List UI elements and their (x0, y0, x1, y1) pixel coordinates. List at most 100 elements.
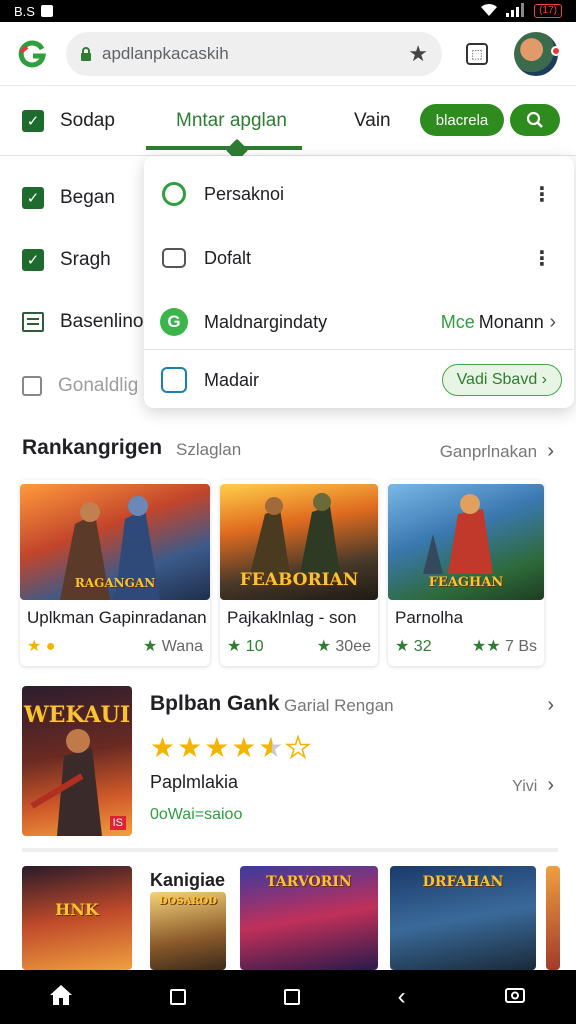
side-item-sragh[interactable]: ✓ Sragh (22, 240, 111, 280)
bookmark-star-icon[interactable]: ★ (408, 41, 428, 67)
notification-icon (40, 5, 53, 17)
cover-title-art: TARVORIN (266, 874, 352, 890)
search-icon (526, 111, 543, 128)
g-logo-icon: G (160, 308, 188, 336)
avatar[interactable] (514, 31, 561, 76)
key-icon (160, 366, 188, 394)
section-subtitle: Szlaglan (176, 440, 242, 459)
chevron-right-icon: › (541, 774, 554, 796)
game-thumb[interactable] (546, 866, 560, 970)
see-more-label: Ganprlnakan (439, 442, 538, 461)
cover-title-art: HNK (55, 900, 99, 919)
side-item-label: Sragh (60, 249, 111, 270)
star-icon: ★★ (471, 638, 501, 655)
side-item-began[interactable]: ✓ Began (22, 178, 115, 218)
featured-cover-image[interactable]: WEKAUI IS (22, 686, 132, 836)
more-options-icon[interactable]: ⋮ (532, 246, 552, 271)
empty-star-icon: ★ (285, 731, 313, 764)
cover-title-art: RAGANGAN (74, 576, 156, 590)
search-icon (160, 180, 188, 208)
app-logo-icon[interactable] (12, 34, 52, 74)
active-tab-indicator (146, 146, 302, 150)
section-divider (22, 848, 558, 852)
rating-stars: ★★★★★★ (150, 731, 313, 764)
game-card[interactable]: RAGANGAN Uplkman Gapinradanan ★ ● ★ Wana (20, 480, 210, 666)
chevron-right-icon: › (541, 440, 554, 462)
menu-item-label: Madair (204, 369, 260, 390)
menu-item-dofalt[interactable]: Dofalt ⋮ (144, 236, 574, 280)
cover-title-art: FEABORIAN (239, 570, 359, 590)
back-icon[interactable]: ‹ (398, 983, 406, 1011)
side-item-label: Basenlino (60, 311, 144, 332)
tabs-count-icon: ⬚ (471, 46, 483, 61)
featured-name: Paplmlakia (150, 772, 239, 792)
menu-item-label: Dofalt (204, 247, 252, 268)
side-item-gonaldlig[interactable]: Gonaldlig (22, 366, 138, 406)
game-cover-image: FEABORIAN (220, 484, 378, 600)
search-button[interactable] (510, 104, 560, 136)
home-icon[interactable] (49, 984, 73, 1011)
card-title: Uplkman Gapinradanan (27, 608, 207, 627)
game-card[interactable]: FEABORIAN Pajkaklnlag - son ★ 10 ★ 30ee (220, 480, 378, 666)
bag-icon (160, 244, 188, 272)
menu-item-persaknoi[interactable]: Persaknoi ⋮ (144, 172, 574, 216)
url-text[interactable]: apdlanpkacaskih (102, 44, 408, 64)
game-thumb[interactable]: DOSAROD (150, 892, 226, 970)
star-icon: ★ (27, 638, 42, 655)
featured-subtitle: Garial Rengan (284, 696, 394, 715)
menu-item-maldnargindaty[interactable]: G Maldnargindaty Mce Monann › (144, 300, 574, 344)
cover-title-art: DOSAROD (158, 896, 218, 907)
card-meta: ★ ● ★ Wana (27, 636, 203, 656)
menu-item-right[interactable]: Mce Monann › (441, 311, 556, 334)
meta-right-text: 7 Bs (504, 638, 537, 655)
bottom-section-label: Kanigiae (150, 870, 226, 890)
tab-sodap[interactable]: ✓ Sodap (22, 86, 115, 156)
menu-right-accent: Mce (440, 311, 475, 332)
signal-icon (506, 2, 526, 20)
cover-title-art: FEAGHAN (428, 575, 504, 590)
game-card[interactable]: FEAGHAN Parnolha ★ 32 ★★ 7 Bs (388, 480, 544, 666)
url-bar[interactable]: apdlanpkacaskih ★ (66, 31, 442, 76)
section-see-more-link[interactable]: Ganprlnakan › (440, 440, 554, 463)
side-item-basenlino[interactable]: Basenlino (22, 302, 143, 342)
star-icon: ★ (316, 638, 331, 655)
lock-icon (80, 46, 92, 61)
list-icon (22, 312, 44, 332)
rotate-icon[interactable] (503, 985, 527, 1010)
tab-vain[interactable]: Vain (354, 86, 391, 156)
more-options-icon[interactable]: ⋮ (532, 182, 552, 207)
card-meta-right: ★ 30ee (317, 636, 371, 656)
tabs-button[interactable]: ⬚ (466, 42, 488, 65)
dropdown-menu: Persaknoi ⋮ Dofalt ⋮ G Maldnargindaty Mc… (144, 156, 574, 408)
chevron-right-icon[interactable]: › (547, 694, 554, 717)
overview-icon[interactable] (283, 989, 300, 1005)
card-meta: ★ 10 ★ 30ee (227, 636, 371, 656)
game-thumb[interactable]: TARVORIN (240, 866, 378, 970)
menu-item-label: Persaknoi (204, 183, 285, 204)
game-thumb[interactable]: HNK (22, 866, 132, 970)
featured-right-text: Yivi (512, 778, 538, 795)
tab-label: Vain (354, 110, 391, 131)
system-nav-bar: ‹ (0, 970, 576, 1024)
lock-icon (22, 376, 42, 396)
featured-price: 0oWai=saioo (150, 806, 243, 823)
menu-pill-button[interactable]: Vadi Sbavd › (441, 364, 562, 396)
game-cover-image: FEAGHAN (388, 484, 544, 600)
featured-more-link[interactable]: Yivi › (512, 774, 554, 797)
game-cover-image: RAGANGAN (20, 484, 210, 600)
filter-pill-button[interactable]: blacrela (420, 104, 504, 136)
chevron-right-icon: › (537, 371, 547, 388)
battery-icon: (17) (534, 4, 562, 18)
recents-icon[interactable] (170, 989, 187, 1005)
featured-title[interactable]: Bplban Gank (150, 692, 280, 716)
cover-badge: IS (109, 816, 126, 830)
rating: ★ 32 (395, 638, 432, 655)
rating: ★ 10 (227, 638, 264, 655)
side-item-label: Began (60, 187, 115, 208)
game-thumb[interactable]: DRFAHAN (390, 866, 536, 970)
browser-toolbar: apdlanpkacaskih ★ ⬚ (0, 22, 576, 86)
cover-title-art: DRFAHAN (422, 874, 504, 890)
menu-item-madair[interactable]: Madair Vadi Sbavd › (144, 358, 574, 402)
notification-dot (551, 45, 561, 56)
checkbox-icon: ✓ (22, 110, 44, 132)
